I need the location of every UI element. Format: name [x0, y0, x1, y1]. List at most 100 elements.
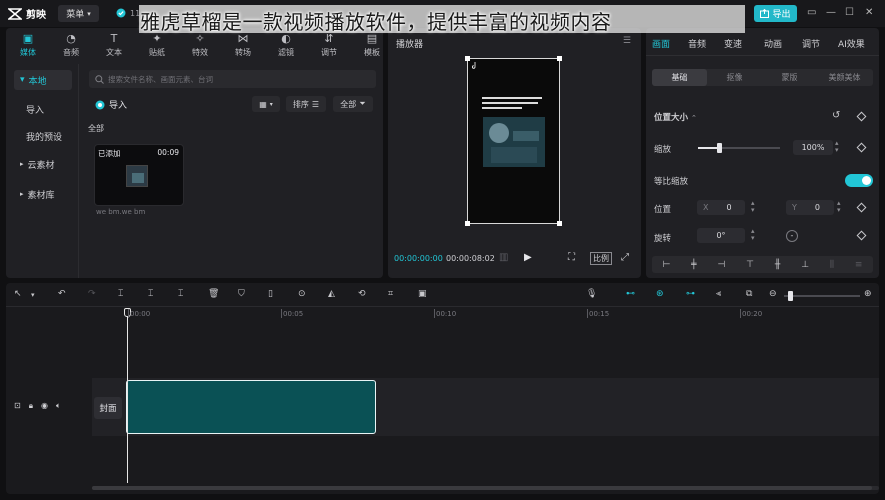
- media-thumbnail[interactable]: 已添加 00:09: [94, 144, 184, 206]
- scale-slider[interactable]: [698, 143, 780, 153]
- position-y-input[interactable]: Y 0: [786, 200, 834, 215]
- resize-handle[interactable]: [557, 56, 562, 61]
- align-center-v-icon[interactable]: ╫: [775, 260, 780, 270]
- sort-button[interactable]: 排序 ☰: [286, 96, 326, 112]
- split-right-icon[interactable]: ⌶: [178, 289, 183, 299]
- play-circle-icon[interactable]: ⊙: [298, 289, 306, 299]
- zoom-slider[interactable]: [784, 291, 860, 301]
- align-left-icon[interactable]: ⊢: [662, 260, 670, 270]
- ratio-button[interactable]: 比例: [590, 252, 612, 265]
- close-icon[interactable]: ✕: [865, 7, 873, 18]
- mirror-icon[interactable]: ◭: [328, 289, 335, 299]
- scale-stepper-icon[interactable]: ▴ ▾: [835, 140, 839, 154]
- align-top-icon[interactable]: ⊤: [746, 260, 754, 270]
- cover-button[interactable]: 封面: [94, 397, 122, 419]
- tab-media[interactable]: ▣ 媒体: [8, 31, 48, 58]
- uniform-scale-toggle[interactable]: [845, 174, 873, 187]
- minimize-icon[interactable]: —: [826, 7, 836, 18]
- align-right-icon[interactable]: ⊣: [717, 260, 725, 270]
- props-tab-1[interactable]: 音频: [688, 37, 706, 50]
- menu-button[interactable]: 菜单 ▾: [58, 5, 99, 22]
- props-subtab-0[interactable]: 基础: [652, 69, 707, 86]
- play-icon[interactable]: ▶: [524, 252, 532, 263]
- tab-audio[interactable]: ◔ 音频: [51, 31, 91, 58]
- keyframe-icon[interactable]: [856, 142, 867, 153]
- redo-icon[interactable]: ↷: [88, 289, 96, 299]
- resize-handle[interactable]: [465, 56, 470, 61]
- props-tab-5[interactable]: AI效果: [838, 37, 865, 50]
- props-subtab-2[interactable]: 蒙版: [762, 69, 817, 86]
- layout-icon[interactable]: ▭: [807, 7, 816, 18]
- tab-filter[interactable]: ◐ 滤镜: [266, 31, 306, 58]
- player-menu-icon[interactable]: ☰: [623, 36, 631, 46]
- resize-handle[interactable]: [465, 221, 470, 226]
- auto-snap-icon[interactable]: ⊛: [656, 289, 664, 299]
- track-video-icon[interactable]: ⊡: [14, 401, 21, 411]
- tab-template[interactable]: ▤ 模板: [352, 31, 383, 58]
- video-preview[interactable]: [465, 56, 562, 226]
- distribute-v-icon[interactable]: ≡: [855, 260, 863, 270]
- resize-handle[interactable]: [557, 221, 562, 226]
- speaker-icon[interactable]: 🔈︎: [56, 401, 61, 411]
- filter-button[interactable]: 全部 ⏷: [333, 96, 373, 112]
- props-tab-0[interactable]: 画面: [652, 37, 670, 50]
- playhead[interactable]: [127, 311, 128, 483]
- main-track-magnet-icon[interactable]: ⊷: [626, 289, 635, 299]
- rotate-icon[interactable]: ⟲: [358, 289, 366, 299]
- freeze-icon[interactable]: ▯: [268, 289, 273, 299]
- select-cursor-icon[interactable]: ↖: [14, 289, 22, 299]
- crop-icon[interactable]: ⌗: [388, 289, 393, 299]
- keyframe-icon[interactable]: [856, 230, 867, 241]
- chevron-down-icon[interactable]: ▾: [31, 291, 35, 299]
- align-center-h-icon[interactable]: ╪: [691, 260, 696, 270]
- x-stepper-icon[interactable]: ▴ ▾: [751, 200, 755, 214]
- distribute-h-icon[interactable]: ⫼: [830, 260, 834, 270]
- props-subtab-1[interactable]: 抠像: [707, 69, 762, 86]
- timeline-scrollbar[interactable]: [92, 486, 879, 490]
- nav-local[interactable]: ▾ 本地: [14, 70, 72, 90]
- video-clip[interactable]: [126, 380, 376, 434]
- view-grid-button[interactable]: ▦ ▾: [252, 96, 280, 112]
- keyframe-icon[interactable]: [856, 111, 867, 122]
- tab-effects[interactable]: ✧ 特效: [180, 31, 220, 58]
- nav-import[interactable]: 导入: [14, 99, 72, 119]
- shield-icon[interactable]: ⛉: [238, 289, 245, 299]
- split-icon[interactable]: ⌶: [118, 289, 123, 299]
- screenshot-icon[interactable]: ⧉: [746, 289, 752, 299]
- collapse-icon[interactable]: ⌃: [691, 114, 697, 122]
- y-stepper-icon[interactable]: ▴ ▾: [837, 200, 841, 214]
- slider-knob[interactable]: [716, 143, 722, 153]
- align-bottom-icon[interactable]: ⊥: [801, 260, 809, 270]
- props-tab-3[interactable]: 动画: [764, 37, 782, 50]
- nav-library[interactable]: ▸ 素材库: [14, 184, 72, 204]
- tab-text[interactable]: T 文本: [94, 31, 134, 58]
- zoom-out-icon[interactable]: ⊖: [769, 289, 777, 299]
- props-tab-2[interactable]: 变速: [724, 37, 742, 50]
- split-left-icon[interactable]: ⌶: [148, 289, 153, 299]
- eye-icon[interactable]: ◉: [41, 401, 48, 411]
- maximize-icon[interactable]: ☐: [845, 7, 854, 18]
- microphone-icon[interactable]: 🎙: [586, 289, 597, 299]
- zoom-knob[interactable]: [788, 291, 793, 301]
- keyframe-icon[interactable]: [856, 202, 867, 213]
- nav-cloud[interactable]: ▸ 云素材: [14, 154, 72, 174]
- media-search-input[interactable]: 搜索文件名称、画面元素、台词: [89, 70, 376, 88]
- tab-adjust[interactable]: ⇵ 调节: [309, 31, 349, 58]
- undo-icon[interactable]: ↶: [58, 289, 66, 299]
- props-subtab-3[interactable]: 美颜美体: [817, 69, 872, 86]
- reset-icon[interactable]: ↺: [832, 110, 840, 121]
- preview-axis-icon[interactable]: ⫷: [716, 289, 721, 299]
- tab-transition[interactable]: ⋈ 转场: [223, 31, 263, 58]
- scale-input[interactable]: 100%: [793, 140, 833, 155]
- rotate-dial-icon[interactable]: -: [786, 230, 798, 242]
- waveform-icon[interactable]: ▥: [499, 252, 508, 263]
- fullscreen-fit-icon[interactable]: ⛶: [568, 252, 575, 263]
- lock-icon[interactable]: 🔒︎: [29, 401, 33, 411]
- rotate-input[interactable]: 0°: [697, 228, 745, 243]
- link-icon[interactable]: ⊶: [686, 289, 695, 299]
- delete-icon[interactable]: 🗑: [208, 289, 219, 299]
- rotate-stepper-icon[interactable]: ▴ ▾: [751, 228, 755, 242]
- image-icon[interactable]: ▣: [418, 289, 427, 299]
- nav-presets[interactable]: 我的预设: [14, 126, 72, 146]
- position-x-input[interactable]: X 0: [697, 200, 745, 215]
